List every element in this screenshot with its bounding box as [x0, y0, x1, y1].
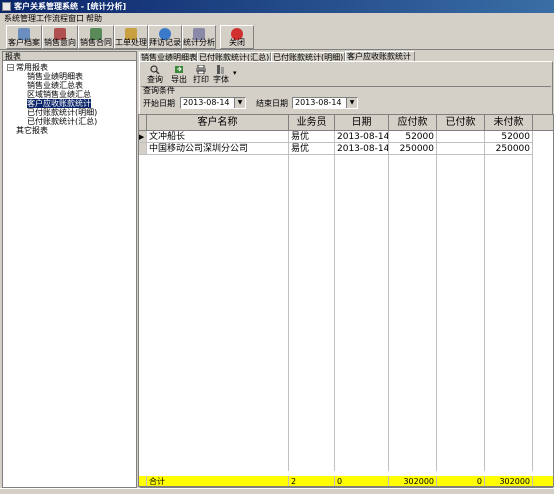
report-tree-panel: 报表 − 常用报表 销售业绩明细表 销售业绩汇总表 区域销售业绩汇总 客户应收账… — [2, 51, 137, 488]
col-header-filler — [533, 115, 553, 131]
col-header-paid[interactable]: 已付款 — [437, 115, 485, 131]
end-date-field[interactable]: 2013-08-14 ▼ — [292, 97, 358, 109]
menu-bar: 系统管理 工作流程 窗口 帮助 — [0, 13, 554, 24]
table-row-payable[interactable]: 250000 — [389, 143, 437, 155]
customer-file-button[interactable]: 客户档案 — [6, 25, 42, 49]
font-label: 字体 — [213, 75, 229, 84]
tree-node-other-reports[interactable]: 其它报表 — [16, 126, 48, 135]
ticket-label: 工单处理 — [115, 38, 147, 47]
print-button[interactable]: 打印 — [190, 63, 212, 85]
grid-divider — [334, 131, 335, 471]
close-label: 关闭 — [229, 38, 245, 47]
totals-filler — [533, 476, 553, 486]
totals-count: 2 — [289, 476, 335, 486]
sales-intent-button[interactable]: 销售意向 — [42, 25, 78, 49]
col-header-date[interactable]: 日期 — [335, 115, 389, 131]
grid-divider — [484, 131, 485, 471]
chevron-down-icon[interactable]: ▼ — [346, 98, 357, 108]
customer-file-label: 客户档案 — [8, 38, 40, 47]
row-indicator — [139, 143, 147, 155]
col-header-payable[interactable]: 应付款 — [389, 115, 437, 131]
col-header-unpaid[interactable]: 未付款 — [485, 115, 533, 131]
status-bar — [0, 488, 554, 494]
totals-payable: 302000 — [389, 476, 437, 486]
tree-node-paid-detail[interactable]: 已付账款统计(明细) — [27, 108, 97, 117]
table-row-date[interactable]: 2013-08-14 — [335, 143, 389, 155]
receivables-grid: 客户名称 业务员 日期 应付款 已付款 未付款 ▶ 文冲船长 易优 2013-0… — [138, 114, 554, 487]
close-button[interactable]: 关闭 — [220, 25, 254, 49]
app-icon — [2, 2, 11, 11]
menu-system[interactable]: 系统管理 — [4, 13, 36, 24]
tree-node-region-summary[interactable]: 区域销售业绩汇总 — [27, 90, 91, 99]
col-header-salesperson[interactable]: 业务员 — [289, 115, 335, 131]
row-indicator-header — [139, 115, 147, 131]
tree-node-receivables[interactable]: 客户应收账款统计 — [27, 99, 91, 108]
table-row-paid[interactable] — [437, 131, 485, 143]
title-bar: 客户关系管理系统 - [统计分析] — [0, 0, 554, 13]
search-icon — [150, 65, 160, 75]
print-label: 打印 — [193, 75, 209, 84]
table-row-customer[interactable]: 文冲船长 — [147, 131, 289, 143]
sales-contract-label: 销售合同 — [80, 38, 112, 47]
font-button[interactable]: 字体 — [210, 63, 232, 85]
totals-paid: 0 — [437, 476, 485, 486]
statistics-label: 统计分析 — [183, 38, 215, 47]
menu-workflow[interactable]: 工作流程 — [36, 13, 68, 24]
tree-node-sales-summary[interactable]: 销售业绩汇总表 — [27, 81, 83, 90]
start-date-label: 开始日期 — [143, 99, 175, 108]
collapse-toggle-icon[interactable]: − — [7, 64, 14, 72]
query-button[interactable]: 查询 — [144, 63, 166, 85]
statistics-button[interactable]: 统计分析 — [182, 25, 216, 49]
grid-divider — [436, 131, 437, 471]
tree-node-common-reports[interactable]: 常用报表 — [16, 63, 48, 72]
sales-intent-label: 销售意向 — [44, 38, 76, 47]
grid-divider — [288, 131, 289, 471]
report-panel-header: 报表 — [3, 52, 136, 61]
table-row-customer[interactable]: 中国移动公司深圳分公司 — [147, 143, 289, 155]
chevron-down-icon[interactable]: ▼ — [234, 98, 245, 108]
col-header-customer[interactable]: 客户名称 — [147, 115, 289, 131]
grid-divider — [532, 131, 533, 471]
sales-contract-button[interactable]: 销售合同 — [78, 25, 114, 49]
menu-window[interactable]: 窗口 — [68, 13, 84, 24]
table-row-unpaid[interactable]: 250000 — [485, 143, 533, 155]
totals-indicator — [139, 476, 147, 486]
table-row-date[interactable]: 2013-08-14 — [335, 131, 389, 143]
end-date-label: 结束日期 — [256, 99, 288, 108]
query-label: 查询 — [147, 75, 163, 84]
tree-node-paid-summary[interactable]: 已付账款统计(汇总) — [27, 117, 97, 126]
window-title: 客户关系管理系统 - [统计分析] — [14, 2, 127, 11]
main-toolbar: 客户档案 销售意向 销售合同 工单处理 拜访记录 统计分析 关闭 — [0, 24, 554, 50]
grid-divider — [388, 131, 389, 471]
row-pointer-icon: ▶ — [139, 131, 147, 143]
font-icon — [216, 65, 226, 74]
ticket-button[interactable]: 工单处理 — [114, 25, 148, 49]
query-group-label: 查询条件 — [143, 86, 175, 95]
start-date-value: 2013-08-14 — [183, 98, 230, 107]
visit-record-button[interactable]: 拜访记录 — [148, 25, 182, 49]
menu-help[interactable]: 帮助 — [86, 13, 102, 24]
totals-unpaid: 302000 — [485, 476, 533, 486]
visit-record-label: 拜访记录 — [149, 38, 181, 47]
table-row-unpaid[interactable]: 52000 — [485, 131, 533, 143]
start-date-field[interactable]: 2013-08-14 ▼ — [180, 97, 246, 109]
table-row-payable[interactable]: 52000 — [389, 131, 437, 143]
export-button[interactable]: 导出 — [168, 63, 190, 85]
table-row-salesperson[interactable]: 易优 — [289, 131, 335, 143]
table-row-salesperson[interactable]: 易优 — [289, 143, 335, 155]
tree-node-sales-detail[interactable]: 销售业绩明细表 — [27, 72, 83, 81]
end-date-value: 2013-08-14 — [295, 98, 342, 107]
font-dropdown-icon[interactable]: ▾ — [233, 69, 237, 77]
print-icon — [196, 64, 206, 75]
totals-date: 0 — [335, 476, 389, 486]
export-icon — [174, 65, 184, 74]
totals-label: 合计 — [147, 476, 289, 486]
report-toolbar: 查询 导出 打印 字体 ▾ — [140, 63, 250, 85]
table-row-paid[interactable] — [437, 143, 485, 155]
export-label: 导出 — [171, 75, 187, 84]
